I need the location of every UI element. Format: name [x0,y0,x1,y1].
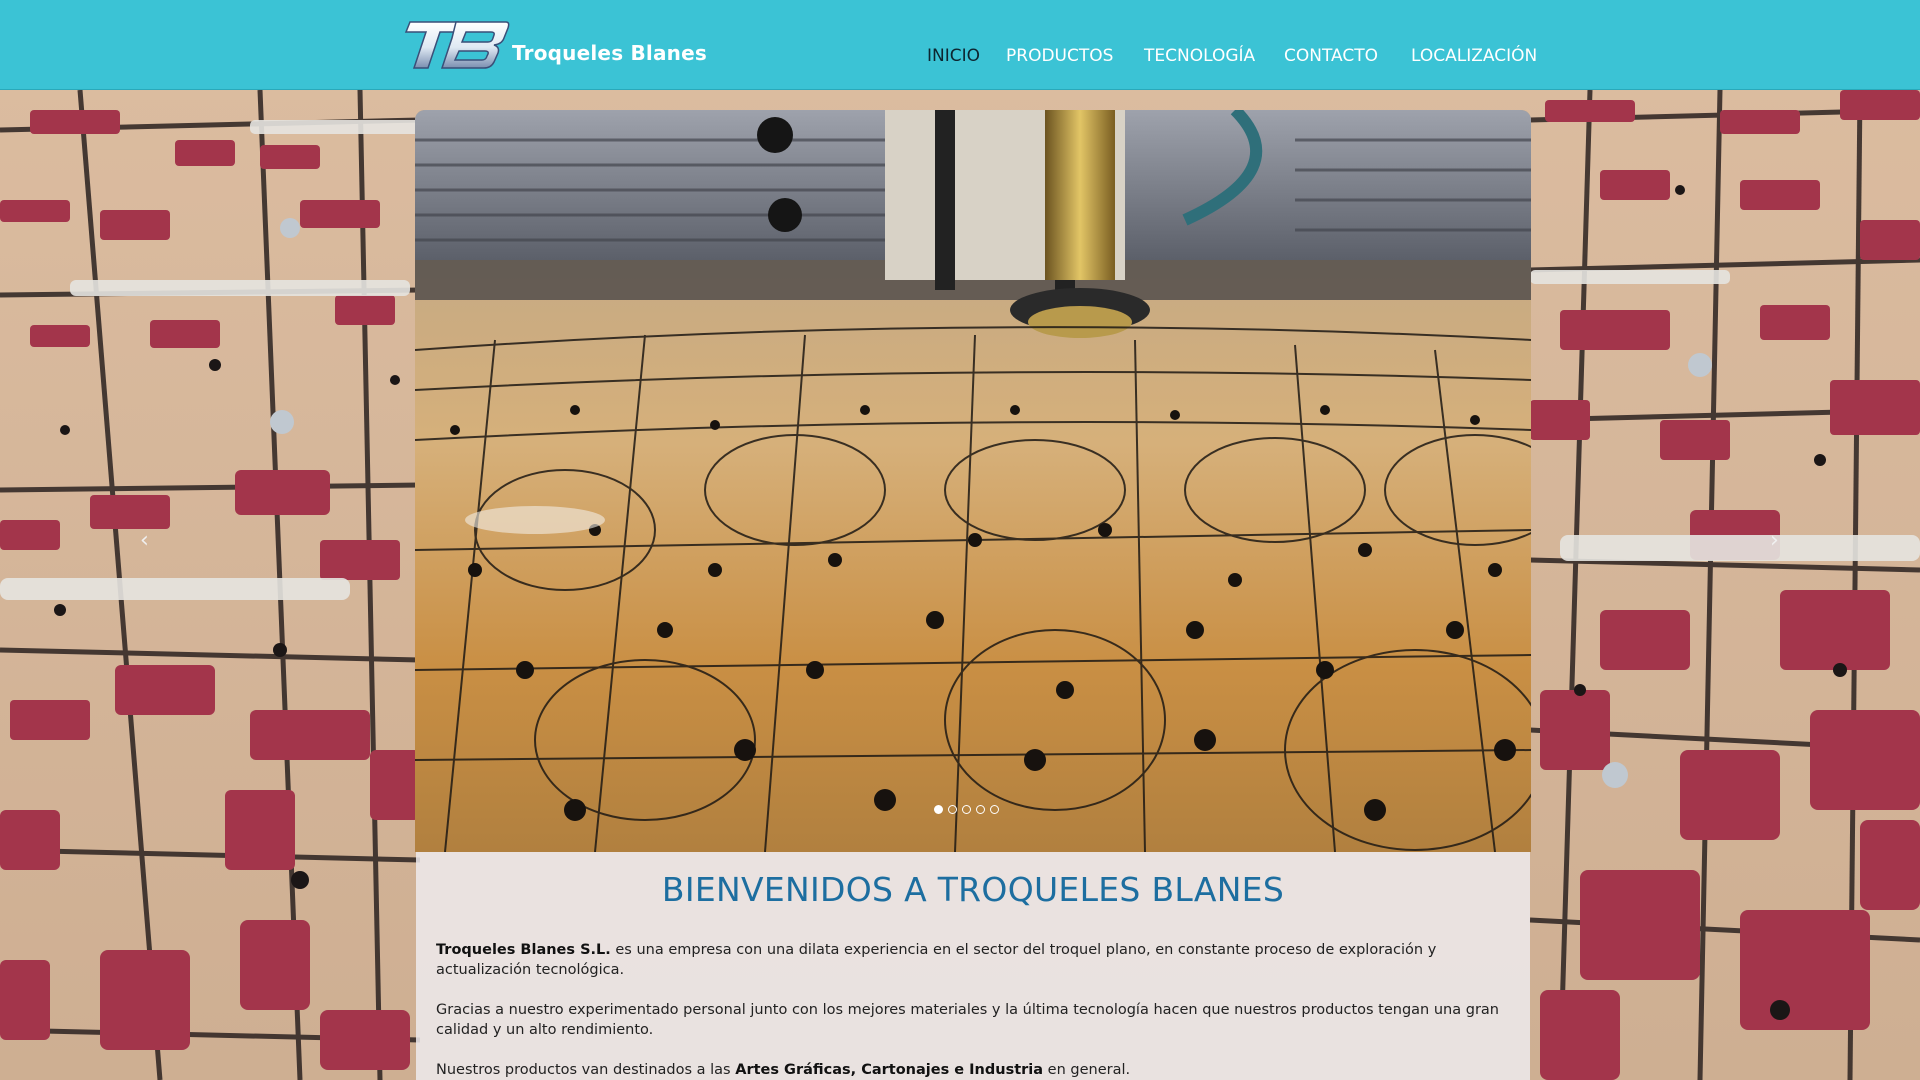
welcome-heading: BIENVENIDOS A TROQUELES BLANES [661,870,1285,909]
welcome-panel: BIENVENIDOS A TROQUELES BLANES Troqueles… [416,852,1530,1080]
slider-dot-4[interactable] [976,805,985,814]
slider-dot-1[interactable] [934,805,943,814]
nav-localizacion[interactable]: LOCALIZACIÓN [1411,46,1537,66]
slider-pagination [934,805,999,814]
nav-inicio[interactable]: INICIO [927,46,980,66]
products-text-start: Nuestros productos van destinados a las [436,1062,736,1078]
products-text-end: en general. [1043,1062,1131,1078]
main-nav: INICIO PRODUCTOS TECNOLOGÍA CONTACTO LOC… [0,46,1920,74]
site-header: Troqueles Blanes INICIO PRODUCTOS TECNOL… [0,0,1920,90]
slider-dot-2[interactable] [948,805,957,814]
nav-tecnologia[interactable]: TECNOLOGÍA [1144,46,1255,66]
slider-next-arrow[interactable]: › [1770,528,1779,553]
nav-productos[interactable]: PRODUCTOS [1006,46,1113,66]
company-name: Troqueles Blanes S.L. [436,942,611,958]
products-sectors: Artes Gráficas, Cartonajes e Industria [735,1062,1044,1078]
slider-prev-arrow[interactable]: ‹ [140,528,149,553]
slide-image-laser-cutter [415,110,1531,852]
slider-dot-5[interactable] [990,805,999,814]
hero-slider [415,110,1531,852]
intro-paragraph: Troqueles Blanes S.L. es una empresa con… [436,940,1511,980]
nav-contacto[interactable]: CONTACTO [1284,46,1378,66]
slider-dot-3[interactable] [962,805,971,814]
quality-paragraph: Gracias a nuestro experimentado personal… [436,1002,1499,1038]
products-paragraph: Nuestros productos van destinados a las … [436,1060,1511,1080]
